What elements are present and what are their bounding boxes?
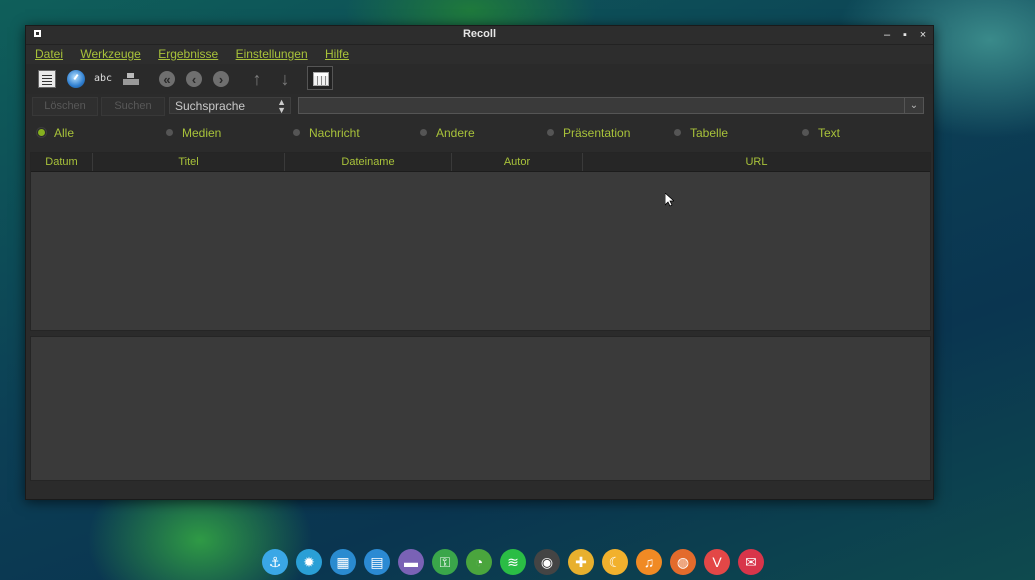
sort-down-icon[interactable]: ↓ — [276, 70, 294, 88]
menu-hilfe[interactable]: Hilfe — [325, 45, 349, 63]
clear-button[interactable]: Löschen — [32, 97, 98, 116]
target-icon[interactable]: ✚ — [568, 549, 594, 575]
results-table[interactable]: Datum Titel Dateiname Autor URL — [30, 152, 931, 331]
menu-ergebnisse[interactable]: Ergebnisse — [158, 45, 218, 63]
query-language-select[interactable]: Suchsprache ▲ ▼ — [169, 97, 291, 115]
search-button[interactable]: Suchen — [101, 97, 165, 116]
radio-icon — [293, 129, 300, 136]
settings-icon[interactable]: ✹ — [296, 549, 322, 575]
spinner-arrows-icon: ▲ ▼ — [277, 97, 286, 115]
next-page-icon[interactable]: › — [213, 71, 229, 87]
inbox-icon[interactable]: ✉ — [738, 549, 764, 575]
toolbar: abc « ‹ › ↑ ↓ — [26, 64, 933, 94]
maximize-button[interactable]: ▪ — [897, 27, 913, 43]
moon-icon[interactable]: ☾ — [602, 549, 628, 575]
previous-page-icon[interactable]: ‹ — [186, 71, 202, 87]
anchor-icon[interactable]: ⚓ — [262, 549, 288, 575]
radio-icon — [420, 129, 427, 136]
chevron-down-icon[interactable]: ⌄ — [904, 98, 923, 113]
column-header-author[interactable]: Autor — [452, 153, 583, 171]
column-header-date[interactable]: Datum — [31, 153, 93, 171]
rss-icon[interactable]: ◔ — [466, 549, 492, 575]
table-view-icon[interactable] — [307, 66, 333, 90]
column-header-url[interactable]: URL — [583, 153, 930, 171]
recoll-window: Recoll – ▪ × Datei Werkzeuge Ergebnisse … — [25, 25, 934, 500]
search-row: Löschen Suchen Suchsprache ▲ ▼ ⌄ — [26, 94, 933, 118]
filter-other-radio[interactable]: Andere — [420, 126, 475, 140]
menu-datei[interactable]: Datei — [35, 45, 63, 63]
radio-icon — [547, 129, 554, 136]
minimize-button[interactable]: – — [879, 27, 895, 43]
headphones-icon[interactable]: ♫ — [636, 549, 662, 575]
search-input[interactable]: ⌄ — [298, 97, 924, 114]
status-bar — [26, 483, 933, 499]
window-title: Recoll — [462, 28, 496, 40]
radio-selected-icon — [38, 129, 45, 136]
filter-presentation-radio[interactable]: Präsentation — [547, 126, 630, 140]
filter-message-radio[interactable]: Nachricht — [293, 126, 360, 140]
column-header-title[interactable]: Titel — [93, 153, 285, 171]
document-icon[interactable]: ▤ — [364, 549, 390, 575]
spelling-abc-icon[interactable]: abc — [94, 70, 112, 88]
sort-up-icon[interactable]: ↑ — [248, 70, 266, 88]
index-clock-icon[interactable] — [67, 70, 85, 88]
filter-all-radio[interactable]: Alle — [38, 126, 74, 140]
filter-media-radio[interactable]: Medien — [166, 126, 221, 140]
menu-bar: Datei Werkzeuge Ergebnisse Einstellungen… — [26, 45, 933, 64]
first-page-icon[interactable]: « — [159, 71, 175, 87]
spy-icon[interactable]: ◉ — [534, 549, 560, 575]
radio-icon — [674, 129, 681, 136]
document-preview-pane[interactable] — [30, 336, 931, 481]
title-bar[interactable]: Recoll – ▪ × — [26, 26, 933, 45]
monitor-icon[interactable]: ▦ — [330, 549, 356, 575]
menu-einstellungen[interactable]: Einstellungen — [236, 45, 308, 63]
radio-icon — [166, 129, 173, 136]
spotify-icon[interactable]: ≋ — [500, 549, 526, 575]
filter-spreadsheet-radio[interactable]: Tabelle — [674, 126, 728, 140]
radio-icon — [802, 129, 809, 136]
filter-text-radio[interactable]: Text — [802, 126, 840, 140]
column-header-filename[interactable]: Dateiname — [285, 153, 452, 171]
firefox-icon[interactable]: ◍ — [670, 549, 696, 575]
query-language-value: Suchsprache — [175, 99, 246, 113]
results-table-header: Datum Titel Dateiname Autor URL — [31, 153, 930, 172]
vivaldi-icon[interactable]: V — [704, 549, 730, 575]
folder-icon[interactable]: ▬ — [398, 549, 424, 575]
menu-werkzeuge[interactable]: Werkzeuge — [80, 45, 140, 63]
query-document-icon[interactable] — [38, 70, 56, 88]
category-filter-row: Alle Medien Nachricht Andere Präsentatio… — [26, 118, 933, 150]
key-icon[interactable]: ⚿ — [432, 549, 458, 575]
boxes-icon[interactable] — [122, 70, 140, 88]
close-button[interactable]: × — [915, 27, 931, 43]
mouse-cursor-icon — [664, 192, 676, 210]
